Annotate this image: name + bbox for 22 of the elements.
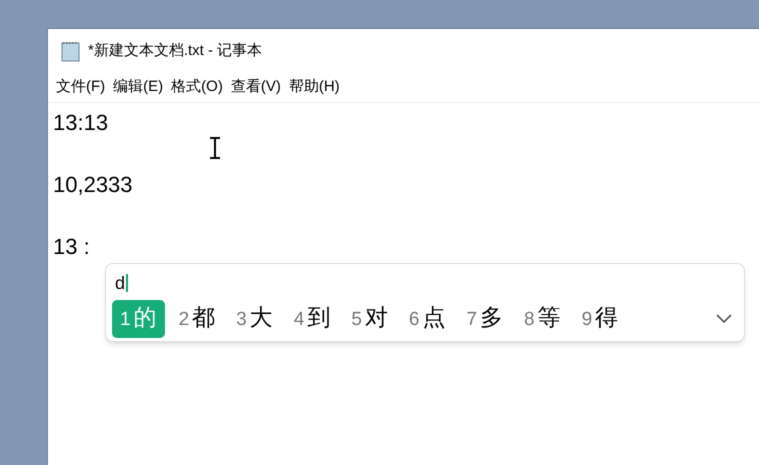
- text-cursor-icon: [208, 137, 222, 159]
- candidate-item[interactable]: 3 大: [230, 300, 279, 338]
- candidate-item[interactable]: 5对: [345, 300, 394, 338]
- candidate-item[interactable]: 7 多: [460, 300, 510, 338]
- candidate-item[interactable]: 6 点: [402, 300, 452, 338]
- text-line: 13:13: [53, 109, 108, 137]
- notepad-icon: [60, 40, 82, 62]
- text-line: 13 :: [53, 233, 90, 261]
- menu-item[interactable]: 文件(F): [52, 76, 110, 99]
- expand-chevron-icon[interactable]: [716, 314, 732, 324]
- menu-item[interactable]: 格式(O): [167, 76, 227, 99]
- menu-item[interactable]: 查看(V): [226, 76, 285, 99]
- candidate-item[interactable]: 8 等: [518, 300, 567, 338]
- text-line: 10,2333: [53, 171, 133, 199]
- menu-item[interactable]: 帮助(H): [284, 76, 344, 99]
- candidate-item[interactable]: 4到: [288, 300, 336, 338]
- candidate-item[interactable]: 9得: [576, 300, 624, 338]
- text-caret: [126, 274, 128, 292]
- candidate-item[interactable]: 2都: [172, 300, 222, 338]
- window-title: *新建文本文档.txt - 记事本: [88, 40, 262, 61]
- menu-item[interactable]: 编辑(E): [109, 76, 168, 99]
- composition-text: d: [115, 272, 126, 294]
